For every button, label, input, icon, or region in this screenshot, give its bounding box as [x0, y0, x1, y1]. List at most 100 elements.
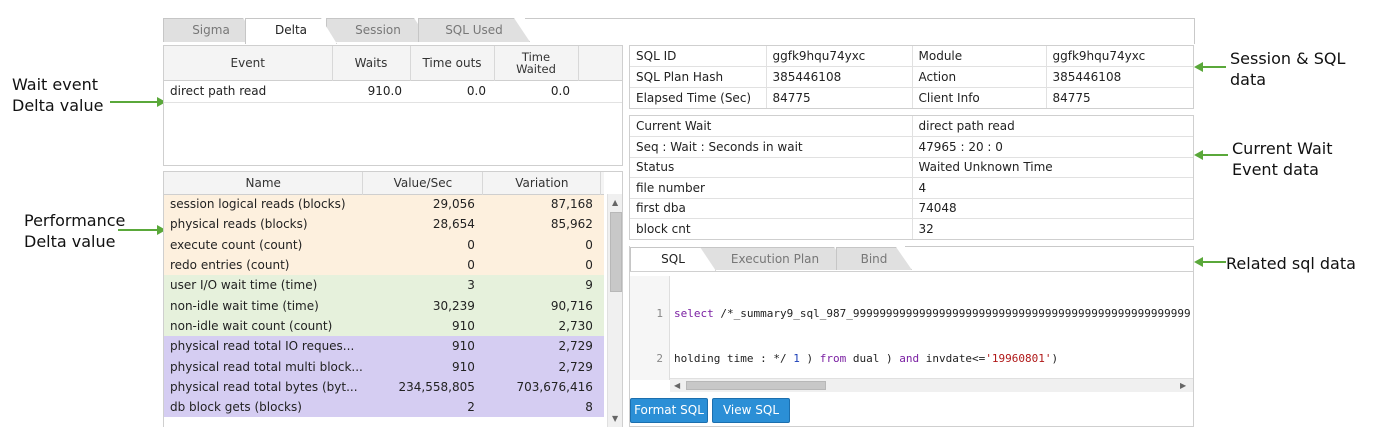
- metric-variation: 0: [585, 258, 593, 273]
- row-spacer: [601, 397, 604, 417]
- tab-execution-plan[interactable]: Execution Plan: [700, 247, 850, 270]
- tab-sigma[interactable]: Sigma: [163, 18, 259, 42]
- line-number-gutter: 1 2: [630, 276, 670, 380]
- wait-event-header: Event Waits Time outs Time Waited: [164, 46, 622, 80]
- table-row: block cnt 32: [630, 218, 1193, 239]
- metric-variation: 90,716: [550, 298, 593, 313]
- annotation-related-sql: Related sql data: [1226, 254, 1356, 273]
- col-time-waited[interactable]: Time Waited: [494, 46, 579, 80]
- performance-panel: Name Value/Sec Variation session logical…: [163, 171, 623, 427]
- table-row[interactable]: db block gets (blocks) 2 8: [164, 396, 604, 418]
- session-info-panel: SQL ID ggfk9hqu74yxc Module ggfk9hqu74yx…: [629, 45, 1194, 109]
- format-sql-button[interactable]: Format SQL: [630, 398, 708, 423]
- table-row: SQL ID ggfk9hqu74yxc Module ggfk9hqu74yx…: [630, 46, 1193, 67]
- sql-editor[interactable]: 1 2 select /*_summary9_sql_987_999999999…: [630, 271, 1193, 393]
- row-spacer: [601, 336, 604, 356]
- view-sql-button[interactable]: View SQL: [712, 398, 790, 423]
- tab-session[interactable]: Session: [326, 18, 430, 42]
- metric-name: execute count (count): [170, 237, 303, 252]
- table-row: Elapsed Time (Sec) 84775 Client Info 847…: [630, 87, 1193, 108]
- metric-variation: 2,729: [558, 359, 593, 374]
- sql-code: select /*_summary9_sql_987_9999999999999…: [674, 276, 1191, 393]
- tab-sql-used[interactable]: SQL Used: [418, 18, 530, 42]
- metric-name: non-idle wait count (count): [170, 318, 333, 333]
- row-spacer: [601, 235, 604, 255]
- wait-event-table: Event Waits Time outs Time Waited direct …: [164, 46, 622, 103]
- metric-value-sec: 0: [467, 237, 475, 252]
- scroll-thumb[interactable]: [610, 212, 622, 292]
- metric-name: physical read total multi block...: [170, 359, 363, 374]
- table-row[interactable]: physical read total IO reques... 910 2,729: [164, 336, 604, 357]
- scroll-right-icon[interactable]: ▶: [1180, 381, 1186, 390]
- table-row[interactable]: direct path read 910.0 0.0 0.0: [164, 80, 622, 102]
- metric-value-sec: 29,056: [432, 197, 475, 212]
- scroll-thumb[interactable]: [686, 381, 826, 390]
- col-name[interactable]: Name: [164, 172, 364, 194]
- col-value-sec[interactable]: Value/Sec: [362, 172, 484, 194]
- scroll-up-icon[interactable]: ▲: [612, 198, 618, 207]
- table-row[interactable]: physical read total bytes (byt... 234,558…: [164, 376, 604, 397]
- col-waits[interactable]: Waits: [332, 46, 411, 80]
- annotation-performance: Performance Delta value: [24, 211, 126, 251]
- col-variation[interactable]: Variation: [482, 172, 602, 194]
- row-spacer: [601, 255, 604, 275]
- metric-name: db block gets (blocks): [170, 400, 302, 415]
- metric-value-sec: 234,558,805: [398, 379, 475, 394]
- table-row: Seq : Wait : Seconds in wait 47965 : 20 :…: [630, 136, 1193, 158]
- table-row: Status Waited Unknown Time: [630, 157, 1193, 178]
- wait-event-panel: Event Waits Time outs Time Waited direct …: [163, 45, 623, 166]
- metric-variation: 2,729: [558, 339, 593, 354]
- metric-variation: 87,168: [550, 197, 593, 212]
- metric-name: physical read total bytes (byt...: [170, 379, 358, 394]
- sql-horizontal-scrollbar[interactable]: ◀ ▶: [670, 378, 1193, 392]
- metric-variation: 8: [585, 400, 593, 415]
- metric-name: session logical reads (blocks): [170, 197, 346, 212]
- table-row[interactable]: execute count (count) 0 0: [164, 234, 604, 255]
- col-event[interactable]: Event: [164, 46, 333, 80]
- row-spacer: [601, 316, 604, 336]
- col-time-outs[interactable]: Time outs: [410, 46, 495, 80]
- row-spacer: [601, 275, 604, 295]
- tab-delta[interactable]: Delta: [245, 18, 337, 44]
- metric-variation: 2,730: [558, 318, 593, 333]
- row-spacer: [601, 214, 604, 234]
- timeouts-value: 0.0: [466, 84, 486, 98]
- metric-variation: 703,676,416: [516, 379, 593, 394]
- table-row: first dba 74048: [630, 198, 1193, 219]
- metric-value-sec: 910: [451, 318, 475, 333]
- table-row[interactable]: user I/O wait time (time) 3 9: [164, 275, 604, 296]
- metric-variation: 0: [585, 237, 593, 252]
- annotation-current-wait: Current Wait Event data: [1232, 139, 1333, 179]
- table-row[interactable]: physical read total multi block... 910 2,7…: [164, 356, 604, 377]
- annotation-session-sql: Session & SQL data: [1230, 49, 1346, 89]
- col-spacer: [578, 46, 622, 80]
- annotation-arrow: [118, 229, 158, 231]
- sql-line-2: holding time : */ 1 ) from dual ) and in…: [674, 352, 1059, 365]
- metric-name: physical reads (blocks): [170, 217, 308, 232]
- table-row[interactable]: physical reads (blocks) 28,654 85,962: [164, 214, 604, 235]
- performance-scrollbar[interactable]: ▲ ▼: [607, 194, 622, 427]
- metric-value-sec: 3: [467, 278, 475, 293]
- metric-value-sec: 28,654: [432, 217, 475, 232]
- metric-name: physical read total IO reques...: [170, 339, 355, 354]
- table-row: SQL Plan Hash 385446108 Action 385446108: [630, 66, 1193, 88]
- tab-bar-border: [1194, 18, 1195, 44]
- row-spacer: [601, 377, 604, 397]
- table-row: file number 4: [630, 177, 1193, 199]
- annotation-arrow: [1202, 261, 1226, 263]
- row-spacer: [601, 295, 604, 315]
- table-row[interactable]: redo entries (count) 0 0: [164, 254, 604, 276]
- table-row[interactable]: session logical reads (blocks) 29,056 87,1…: [164, 194, 604, 215]
- metric-name: user I/O wait time (time): [170, 278, 318, 293]
- annotation-wait-event: Wait event Delta value: [12, 75, 104, 115]
- table-row[interactable]: non-idle wait time (time) 30,239 90,716: [164, 295, 604, 316]
- scroll-left-icon[interactable]: ◀: [674, 381, 680, 390]
- sql-tab-border: [905, 246, 1194, 247]
- table-row[interactable]: non-idle wait count (count) 910 2,730: [164, 315, 604, 337]
- scroll-down-icon[interactable]: ▼: [612, 414, 618, 423]
- sql-line-1: select /*_summary9_sql_987_9999999999999…: [674, 307, 1191, 320]
- time-waited-value: 0.0: [550, 84, 570, 98]
- current-wait-panel: Current Wait direct path read Seq : Wait …: [629, 115, 1194, 240]
- col-spacer: [601, 172, 604, 194]
- annotation-arrow: [110, 101, 158, 103]
